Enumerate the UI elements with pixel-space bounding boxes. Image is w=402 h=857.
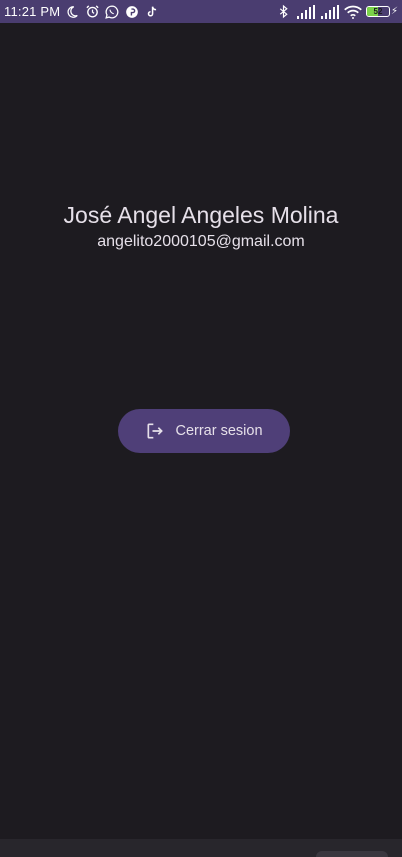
moon-icon <box>64 4 80 20</box>
tiktok-icon <box>144 4 160 20</box>
status-left: 11:21 PM <box>4 4 160 20</box>
charging-icon: ⚡ <box>390 6 398 17</box>
status-time: 11:21 PM <box>4 4 61 19</box>
whatsapp-icon <box>104 4 120 20</box>
logout-label: Cerrar sesion <box>175 423 263 439</box>
signal-icon <box>320 4 340 20</box>
profile-section: José Angel Angeles Molina angelito200010… <box>0 200 402 252</box>
wifi-icon <box>344 4 362 20</box>
status-right: 52 ⚡ <box>276 4 398 20</box>
battery-level: 52 <box>373 6 383 16</box>
status-bar: 11:21 PM 52 ⚡ <box>0 0 402 23</box>
battery-icon: 52 ⚡ <box>365 6 398 17</box>
logout-icon <box>145 421 165 441</box>
battery-body: 52 <box>365 6 390 17</box>
pinterest-icon <box>124 4 140 20</box>
signal-icon <box>296 4 316 20</box>
alarm-icon <box>84 4 100 20</box>
profile-name: José Angel Angeles Molina <box>63 202 339 228</box>
bluetooth-icon <box>276 4 292 20</box>
bottom-pill[interactable] <box>316 851 388 857</box>
bottom-navigation-bar <box>0 839 402 857</box>
logout-button[interactable]: Cerrar sesion <box>118 409 290 453</box>
profile-email: angelito2000105@gmail.com <box>97 233 305 250</box>
